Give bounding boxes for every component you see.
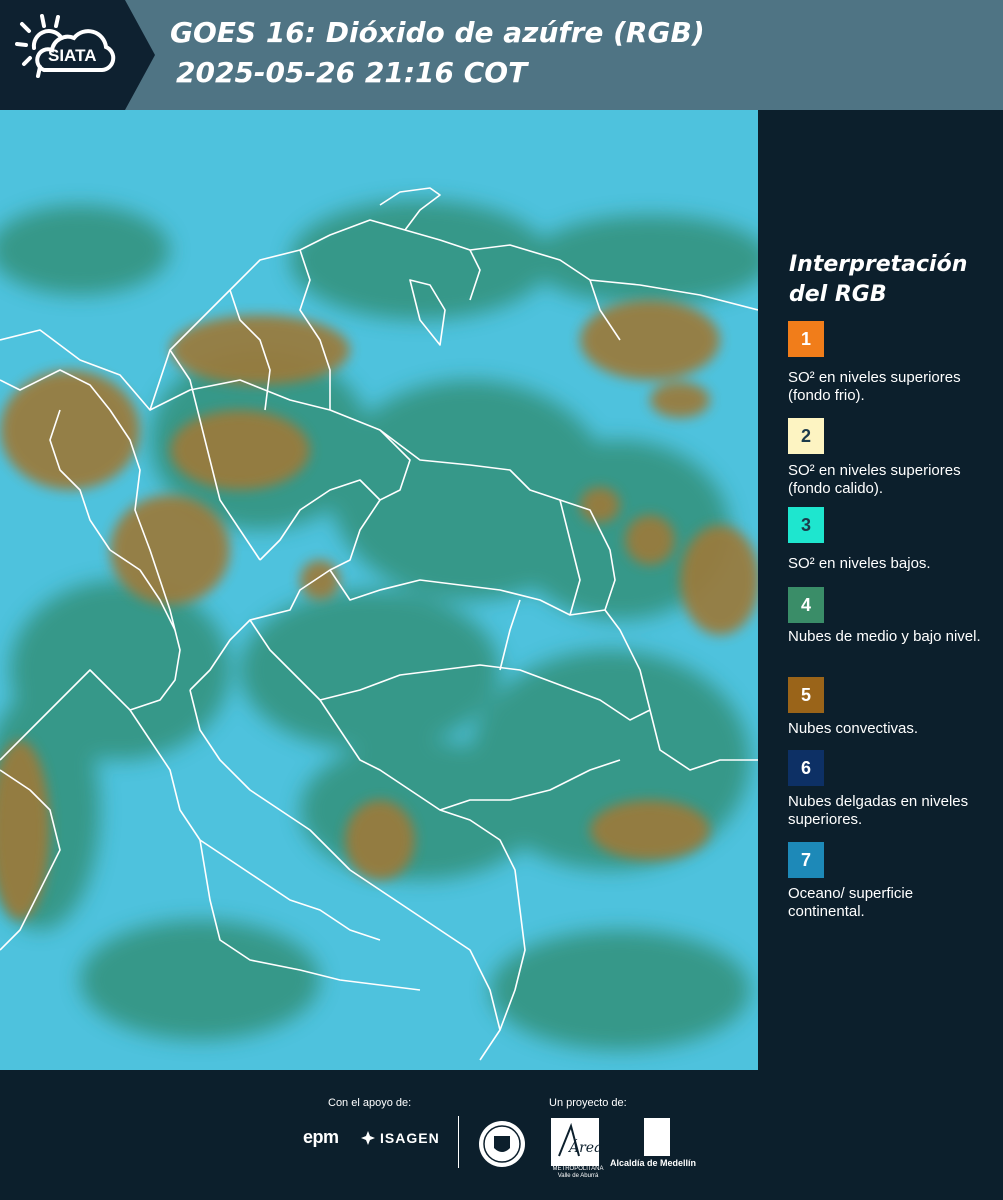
epm-logo: epm	[303, 1127, 339, 1147]
rgb-legend: Interpretación del RGB 1 SO² en niveles …	[758, 110, 1003, 1070]
legend-swatch-1: 1	[788, 321, 824, 357]
legend-label-6: Nubes delgadas en niveles superiores.	[788, 793, 969, 828]
legend-swatch-5: 5	[788, 677, 824, 713]
isagen-text: ISAGEN	[380, 1130, 440, 1146]
header-bar: SIATA GOES 16: Dióxido de azúfre (RGB) 2…	[0, 0, 1003, 110]
page-title: GOES 16: Dióxido de azúfre (RGB)	[170, 16, 705, 49]
legend-title: Interpretación del RGB	[789, 250, 989, 310]
legend-label-3: SO² en niveles bajos.	[788, 555, 931, 572]
support-label: Con el apoyo de:	[328, 1097, 412, 1109]
legend-number-5: 5	[800, 684, 811, 705]
project-label: Un proyecto de:	[549, 1097, 627, 1109]
legend-swatch-4: 4	[788, 587, 824, 623]
page-timestamp: 2025-05-26 21:16 COT	[176, 56, 528, 89]
legend-label-1: SO² en niveles superiores (fondo frio).	[788, 369, 961, 404]
legend-swatch-3: 3	[788, 507, 824, 543]
footer: Con el apoyo de: Un proyecto de: epm ISA…	[0, 1070, 1003, 1200]
legend-number-1: 1	[800, 328, 811, 349]
legend-number-6: 6	[800, 757, 811, 778]
legend-number-2: 2	[800, 425, 811, 446]
legend-swatch-7: 7	[788, 842, 824, 878]
legend-label-7: Oceano/ superficie continental.	[788, 885, 914, 920]
legend-label-5: Nubes convectivas.	[788, 720, 919, 737]
alcaldia-text: Alcaldía de Medellín	[610, 1158, 697, 1168]
legend-title-line2: del RGB	[789, 282, 887, 307]
isagen-icon	[361, 1131, 375, 1145]
legend-label-4: Nubes de medio y bajo nivel.	[788, 628, 981, 645]
alcaldia-shield-icon	[644, 1118, 670, 1156]
legend-number-4: 4	[800, 594, 811, 615]
legend-label-2: SO² en niveles superiores (fondo calido)…	[788, 462, 961, 497]
area-logo-text: Área	[567, 1138, 599, 1156]
legend-number-7: 7	[800, 849, 811, 870]
area-metropolitana-subtitle: METROPOLITANA Valle de Aburrá	[552, 1166, 604, 1179]
footer-divider	[458, 1116, 459, 1168]
satellite-map	[0, 110, 758, 1070]
medellin-seal-icon	[479, 1121, 525, 1167]
area-metropolitana-logo: Área	[551, 1118, 602, 1166]
siata-logo: SIATA	[0, 0, 155, 110]
legend-title-line1: Interpretación	[789, 252, 968, 277]
logo-text: SIATA	[48, 46, 97, 65]
isagen-logo: ISAGEN	[360, 1130, 440, 1146]
legend-swatch-2: 2	[788, 418, 824, 454]
area-metropolitana-icon: Área	[558, 1122, 602, 1157]
satellite-map-image	[0, 110, 758, 1070]
legend-number-3: 3	[800, 514, 811, 535]
legend-swatch-6: 6	[788, 750, 824, 786]
